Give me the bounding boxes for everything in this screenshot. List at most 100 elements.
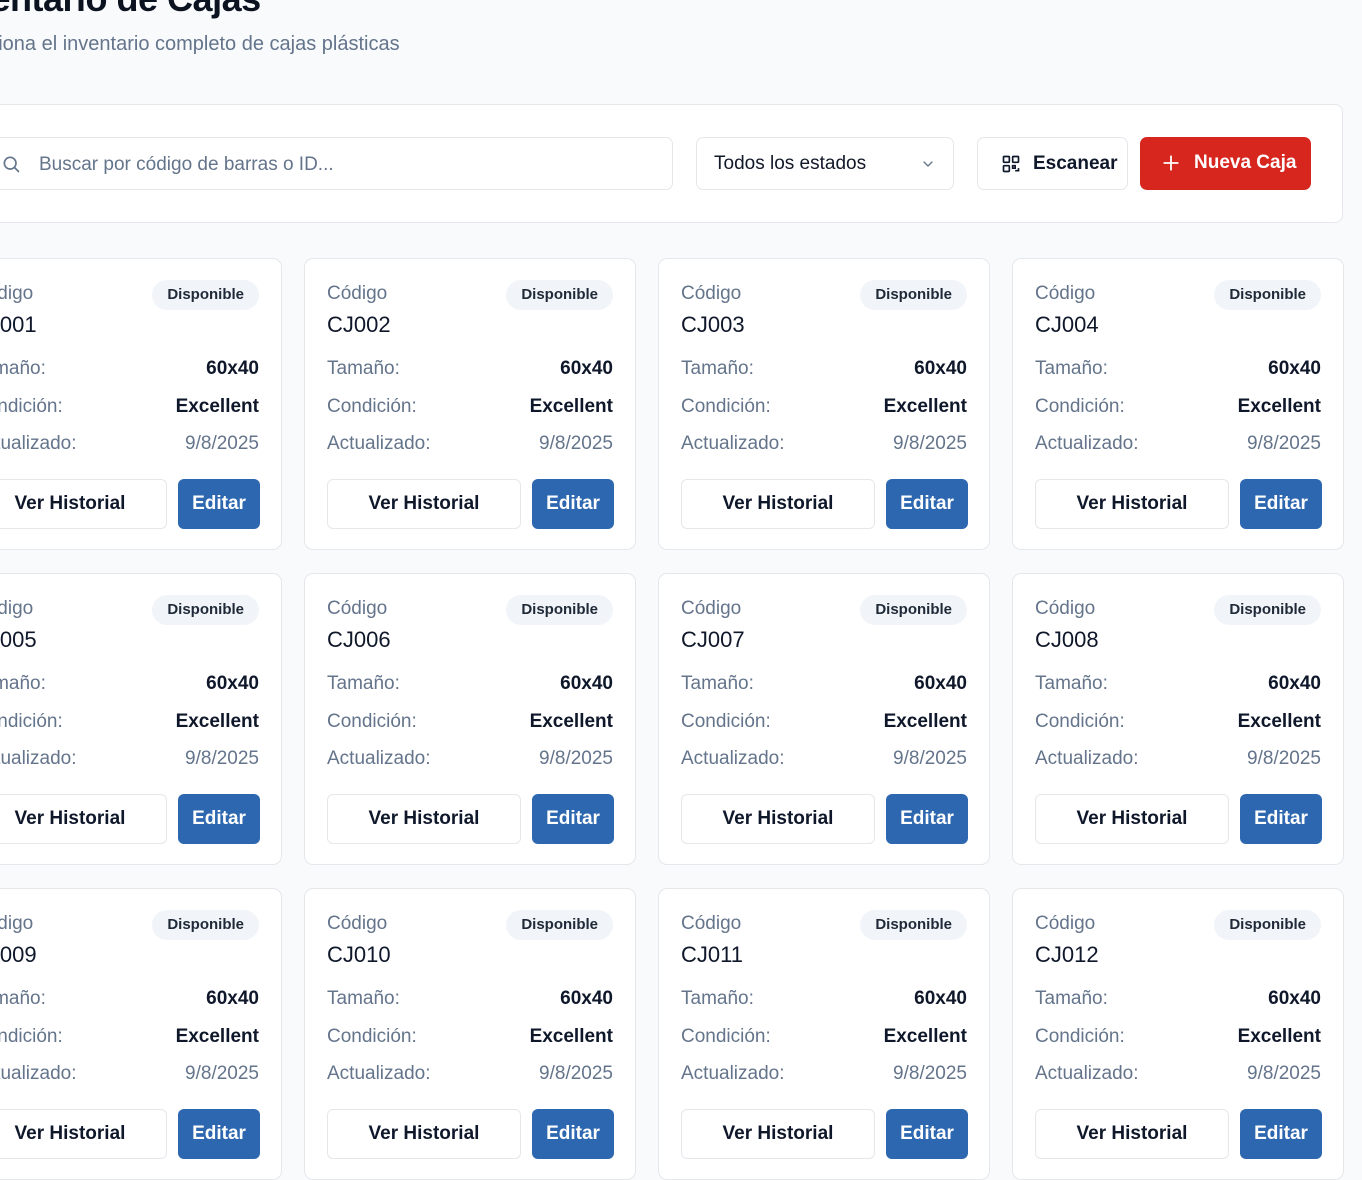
view-history-button[interactable]: Ver Historial <box>1035 479 1229 529</box>
edit-button[interactable]: Editar <box>1240 479 1322 529</box>
view-history-button[interactable]: Ver Historial <box>0 1109 167 1159</box>
condition-label: Condición: <box>0 1026 63 1047</box>
updated-label: Actualizado: <box>327 433 431 454</box>
box-card: Código CJ007 Disponible Tamaño: 60x40 Condici… <box>658 573 990 865</box>
edit-button[interactable]: Editar <box>886 479 968 529</box>
condition-row: Condición: Excellent <box>0 711 259 735</box>
view-history-button[interactable]: Ver Historial <box>1035 1109 1229 1159</box>
plus-icon <box>1163 155 1179 171</box>
updated-value: 9/8/2025 <box>185 433 259 454</box>
condition-label: Condición: <box>1035 1026 1125 1047</box>
condition-row: Condición: Excellent <box>1035 396 1321 420</box>
updated-row: Actualizado: 9/8/2025 <box>0 433 259 457</box>
status-filter-value: Todos los estados <box>714 153 867 174</box>
size-label: Tamaño: <box>0 673 46 694</box>
size-value: 60x40 <box>1268 673 1321 694</box>
box-code: CJ010 <box>327 942 391 967</box>
status-badge: Disponible <box>1214 280 1321 310</box>
updated-value: 9/8/2025 <box>185 1063 259 1084</box>
box-code: CJ009 <box>0 942 37 967</box>
condition-label: Condición: <box>327 396 417 417</box>
edit-button[interactable]: Editar <box>532 1109 614 1159</box>
updated-value: 9/8/2025 <box>893 433 967 454</box>
view-history-button[interactable]: Ver Historial <box>327 479 521 529</box>
code-label: Código <box>1035 283 1096 304</box>
view-history-button[interactable]: Ver Historial <box>681 479 875 529</box>
condition-label: Condición: <box>681 396 771 417</box>
view-history-button[interactable]: Ver Historial <box>327 794 521 844</box>
size-row: Tamaño: 60x40 <box>681 988 967 1012</box>
condition-label: Condición: <box>1035 396 1125 417</box>
edit-button[interactable]: Editar <box>532 794 614 844</box>
status-badge: Disponible <box>506 280 613 310</box>
updated-value: 9/8/2025 <box>539 748 613 769</box>
edit-button[interactable]: Editar <box>1240 1109 1322 1159</box>
size-row: Tamaño: 60x40 <box>1035 673 1321 697</box>
updated-label: Actualizado: <box>1035 748 1139 769</box>
size-value: 60x40 <box>914 358 967 379</box>
box-card: Código CJ003 Disponible Tamaño: 60x40 Condici… <box>658 258 990 550</box>
size-label: Tamaño: <box>0 988 46 1009</box>
search-box[interactable] <box>0 137 673 191</box>
box-card: Código CJ008 Disponible Tamaño: 60x40 Condici… <box>1012 573 1344 865</box>
status-filter-select[interactable]: Todos los estados <box>696 137 954 190</box>
box-code: CJ005 <box>0 627 37 652</box>
search-input[interactable] <box>37 138 641 191</box>
updated-row: Actualizado: 9/8/2025 <box>681 1063 967 1087</box>
condition-row: Condición: Excellent <box>1035 1026 1321 1050</box>
status-badge: Disponible <box>1214 595 1321 625</box>
size-label: Tamaño: <box>681 673 754 694</box>
edit-button[interactable]: Editar <box>178 794 260 844</box>
size-row: Tamaño: 60x40 <box>1035 358 1321 382</box>
condition-value: Excellent <box>175 1026 259 1047</box>
view-history-button[interactable]: Ver Historial <box>0 479 167 529</box>
status-badge: Disponible <box>860 595 967 625</box>
updated-value: 9/8/2025 <box>1247 433 1321 454</box>
view-history-button[interactable]: Ver Historial <box>0 794 167 844</box>
size-label: Tamaño: <box>327 988 400 1009</box>
updated-label: Actualizado: <box>1035 433 1139 454</box>
size-value: 60x40 <box>914 988 967 1009</box>
status-badge: Disponible <box>152 595 259 625</box>
condition-value: Excellent <box>529 396 613 417</box>
edit-button[interactable]: Editar <box>886 1109 968 1159</box>
updated-row: Actualizado: 9/8/2025 <box>1035 433 1321 457</box>
edit-button[interactable]: Editar <box>178 1109 260 1159</box>
size-value: 60x40 <box>206 358 259 379</box>
condition-value: Excellent <box>175 396 259 417</box>
edit-button[interactable]: Editar <box>886 794 968 844</box>
code-label: Código <box>0 283 34 304</box>
scan-button[interactable]: Escanear <box>977 137 1128 190</box>
updated-row: Actualizado: 9/8/2025 <box>1035 1063 1321 1087</box>
box-card: Código CJ005 Disponible Tamaño: 60x40 Condici… <box>0 573 282 865</box>
view-history-button[interactable]: Ver Historial <box>681 794 875 844</box>
new-box-button[interactable]: Nueva Caja <box>1140 137 1311 190</box>
qr-code-icon <box>1002 155 1020 173</box>
box-card: Código CJ012 Disponible Tamaño: 60x40 Condici… <box>1012 888 1344 1180</box>
view-history-button[interactable]: Ver Historial <box>681 1109 875 1159</box>
search-icon <box>3 156 20 173</box>
condition-row: Condición: Excellent <box>0 396 259 420</box>
view-history-button[interactable]: Ver Historial <box>1035 794 1229 844</box>
code-label: Código <box>1035 598 1096 619</box>
updated-value: 9/8/2025 <box>539 1063 613 1084</box>
condition-value: Excellent <box>883 1026 967 1047</box>
updated-label: Actualizado: <box>681 748 785 769</box>
condition-value: Excellent <box>1237 711 1321 732</box>
condition-row: Condición: Excellent <box>1035 711 1321 735</box>
edit-button[interactable]: Editar <box>1240 794 1322 844</box>
edit-button[interactable]: Editar <box>178 479 260 529</box>
condition-row: Condición: Excellent <box>327 396 613 420</box>
size-row: Tamaño: 60x40 <box>0 673 259 697</box>
size-value: 60x40 <box>206 988 259 1009</box>
size-value: 60x40 <box>560 988 613 1009</box>
updated-label: Actualizado: <box>681 433 785 454</box>
view-history-button[interactable]: Ver Historial <box>327 1109 521 1159</box>
size-value: 60x40 <box>206 673 259 694</box>
updated-label: Actualizado: <box>0 748 77 769</box>
code-label: Código <box>681 283 742 304</box>
updated-value: 9/8/2025 <box>1247 748 1321 769</box>
updated-value: 9/8/2025 <box>1247 1063 1321 1084</box>
status-badge: Disponible <box>860 280 967 310</box>
edit-button[interactable]: Editar <box>532 479 614 529</box>
